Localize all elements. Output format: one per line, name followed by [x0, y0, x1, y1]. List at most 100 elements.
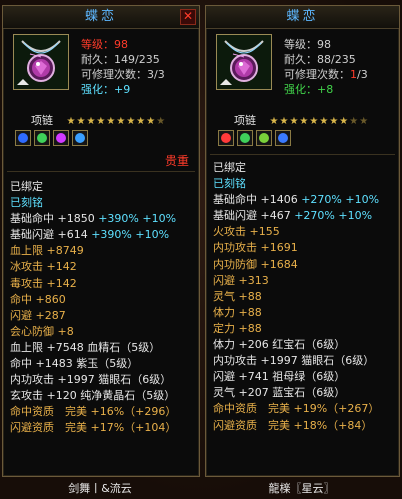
star-icon: ★: [86, 116, 97, 127]
gem-slot-icon[interactable]: [275, 130, 291, 146]
gem-slot-icon[interactable]: [15, 130, 31, 146]
attribute-line: 闪避 +741 祖母绿（6级）: [213, 369, 379, 385]
star-icon: ★: [126, 116, 137, 127]
star-icon: ★: [136, 116, 147, 127]
attribute-segment: 内功攻击 +1997 猫眼石（6级）: [10, 373, 172, 387]
gem-icon: [259, 133, 269, 143]
item-stats: 等级：98 耐久：88/235 可修理次数：1/3 强化：+8: [284, 37, 368, 97]
attribute-segment: +270% +10%: [294, 209, 373, 223]
gem-slot-icon[interactable]: [53, 130, 69, 146]
owner-name-left: 剑舞丨&流云: [68, 482, 132, 495]
attribute-segment: +390% +10%: [91, 228, 170, 242]
attribute-line: 体力 +206 红宝石（6级）: [213, 337, 379, 353]
repair-text: 可修理次数：1/3: [284, 67, 368, 82]
attribute-segment: 闪避 +313: [213, 273, 269, 287]
repair-total: /3: [357, 68, 368, 81]
enhance-value: +8: [317, 83, 334, 96]
close-button[interactable]: ✕: [180, 9, 196, 25]
attribute-segment: 基础命中 +1406: [213, 193, 302, 207]
gem-slot-icon[interactable]: [34, 130, 50, 146]
star-icon: ★: [116, 116, 127, 127]
attribute-line: 内功防御 +1684: [213, 257, 379, 273]
attribute-segment: 体力 +88: [213, 305, 262, 319]
item-tooltip-left: 蝶恋 ✕ 等级：98 耐久：149/235 可修理次数：3/3 强化：+9 项链…: [2, 5, 200, 477]
attribute-line: 闪避资质 完美 +18%（+84）: [213, 418, 379, 434]
star-icon: ★: [309, 116, 320, 127]
gem-slot-icon[interactable]: [218, 130, 234, 146]
attribute-segment: 灵气 +207 蓝宝石（6级）: [213, 386, 346, 400]
attribute-line: 内功攻击 +1691: [213, 240, 379, 256]
repair-label: 可修理次数：: [284, 68, 350, 81]
enhance-stars: ★★★★★★★★★★: [67, 115, 167, 129]
attribute-segment: 毒攻击 +142: [10, 276, 77, 290]
attribute-line: 灵气 +207 蓝宝石（6级）: [213, 385, 379, 401]
gem-slots: [15, 130, 91, 148]
star-icon: ★: [349, 116, 360, 127]
owner-name-right: 龍檪〖星云〗: [268, 482, 335, 495]
durability-text: 耐久：88/235: [284, 53, 356, 66]
attribute-segment: 内功防御 +1684: [213, 257, 298, 271]
star-icon: ★: [289, 116, 300, 127]
attribute-segment: 火攻击 +155: [213, 225, 280, 239]
attribute-segment: 闪避资质 完美 +18%（+84）: [213, 418, 373, 432]
attribute-segment: 命中资质 完美 +16%（+296）: [10, 405, 177, 419]
attribute-line: 命中 +860: [10, 292, 176, 308]
enhance-text: 强化：+8: [284, 82, 368, 97]
gem-slot-icon[interactable]: [256, 130, 272, 146]
attribute-line: 血上限 +7548 血精石（5级）: [10, 340, 176, 356]
attribute-segment: 命中资质 完美 +19%（+267）: [213, 402, 380, 416]
item-stats: 等级：98 耐久：149/235 可修理次数：3/3 强化：+9: [81, 37, 165, 97]
attribute-line: 命中 +1483 紫玉（5级）: [10, 356, 176, 372]
attribute-line: 内功攻击 +1997 猫眼石（6级）: [213, 353, 379, 369]
title-bar: 蝶恋 ✕: [3, 6, 199, 29]
attribute-segment: 灵气 +88: [213, 289, 262, 303]
attribute-line: 体力 +88: [213, 305, 379, 321]
attribute-segment: 玄攻击 +120 纯净黄晶石（5级）: [10, 389, 176, 403]
attribute-line: 灵气 +88: [213, 289, 379, 305]
divider: [210, 154, 395, 155]
attribute-segment: 冰攻击 +142: [10, 260, 77, 274]
item-type-label: 项链: [31, 114, 53, 127]
attribute-segment: 会心防御 +8: [10, 324, 74, 338]
attribute-segment: 血上限 +8749: [10, 244, 84, 258]
attribute-segment: 内功攻击 +1691: [213, 241, 298, 255]
gem-icon: [278, 133, 288, 143]
item-icon-frame: [216, 34, 272, 90]
gem-icon: [240, 133, 250, 143]
attribute-line: 内功攻击 +1997 猫眼石（6级）: [10, 372, 176, 388]
attribute-segment: 基础闪避 +614: [10, 228, 92, 242]
star-icon: ★: [359, 116, 370, 127]
star-icon: ★: [269, 116, 280, 127]
engraved-status: 已刻铭: [10, 196, 43, 210]
attribute-line: 定力 +88: [213, 321, 379, 337]
gem-icon: [75, 133, 85, 143]
necklace-icon: [14, 35, 68, 89]
attribute-lines: 基础命中 +1406 +270% +10% 基础闪避 +467 +270% +10…: [213, 192, 379, 433]
attribute-line: 玄攻击 +120 纯净黄晶石（5级）: [10, 388, 176, 404]
bound-status: 已绑定: [10, 180, 43, 193]
attribute-segment: 闪避 +287: [10, 308, 66, 322]
attribute-segment: +270% +10%: [301, 193, 380, 207]
gem-icon: [56, 133, 66, 143]
attributes-list: 已绑定 已刻铭 基础命中 +1406 +270% +10% 基础闪避 +467 +…: [213, 160, 379, 434]
item-title: 蝶恋: [286, 9, 319, 24]
gem-icon: [37, 133, 47, 143]
attribute-segment: 命中 +860: [10, 292, 66, 306]
title-bar: 蝶恋: [206, 6, 399, 29]
durability-text: 耐久：149/235: [81, 53, 160, 66]
attribute-segment: 血上限 +7548 血精石（5级）: [10, 340, 161, 354]
repair-text: 可修理次数：3/3: [81, 68, 165, 81]
attribute-segment: 命中 +1483 紫玉（5级）: [10, 357, 139, 371]
star-icon: ★: [319, 116, 330, 127]
star-icon: ★: [146, 116, 157, 127]
attribute-segment: 闪避资质 完美 +17%（+104）: [10, 421, 177, 435]
repair-current: 1: [350, 68, 357, 81]
attribute-line: 基础命中 +1850 +390% +10%: [10, 211, 176, 227]
attribute-segment: +390% +10%: [98, 212, 177, 226]
gem-slot-icon[interactable]: [237, 130, 253, 146]
gem-slots: [218, 130, 294, 148]
attribute-line: 基础闪避 +614 +390% +10%: [10, 227, 176, 243]
star-icon: ★: [156, 116, 167, 127]
item-icon-frame: [13, 34, 69, 90]
gem-slot-icon[interactable]: [72, 130, 88, 146]
